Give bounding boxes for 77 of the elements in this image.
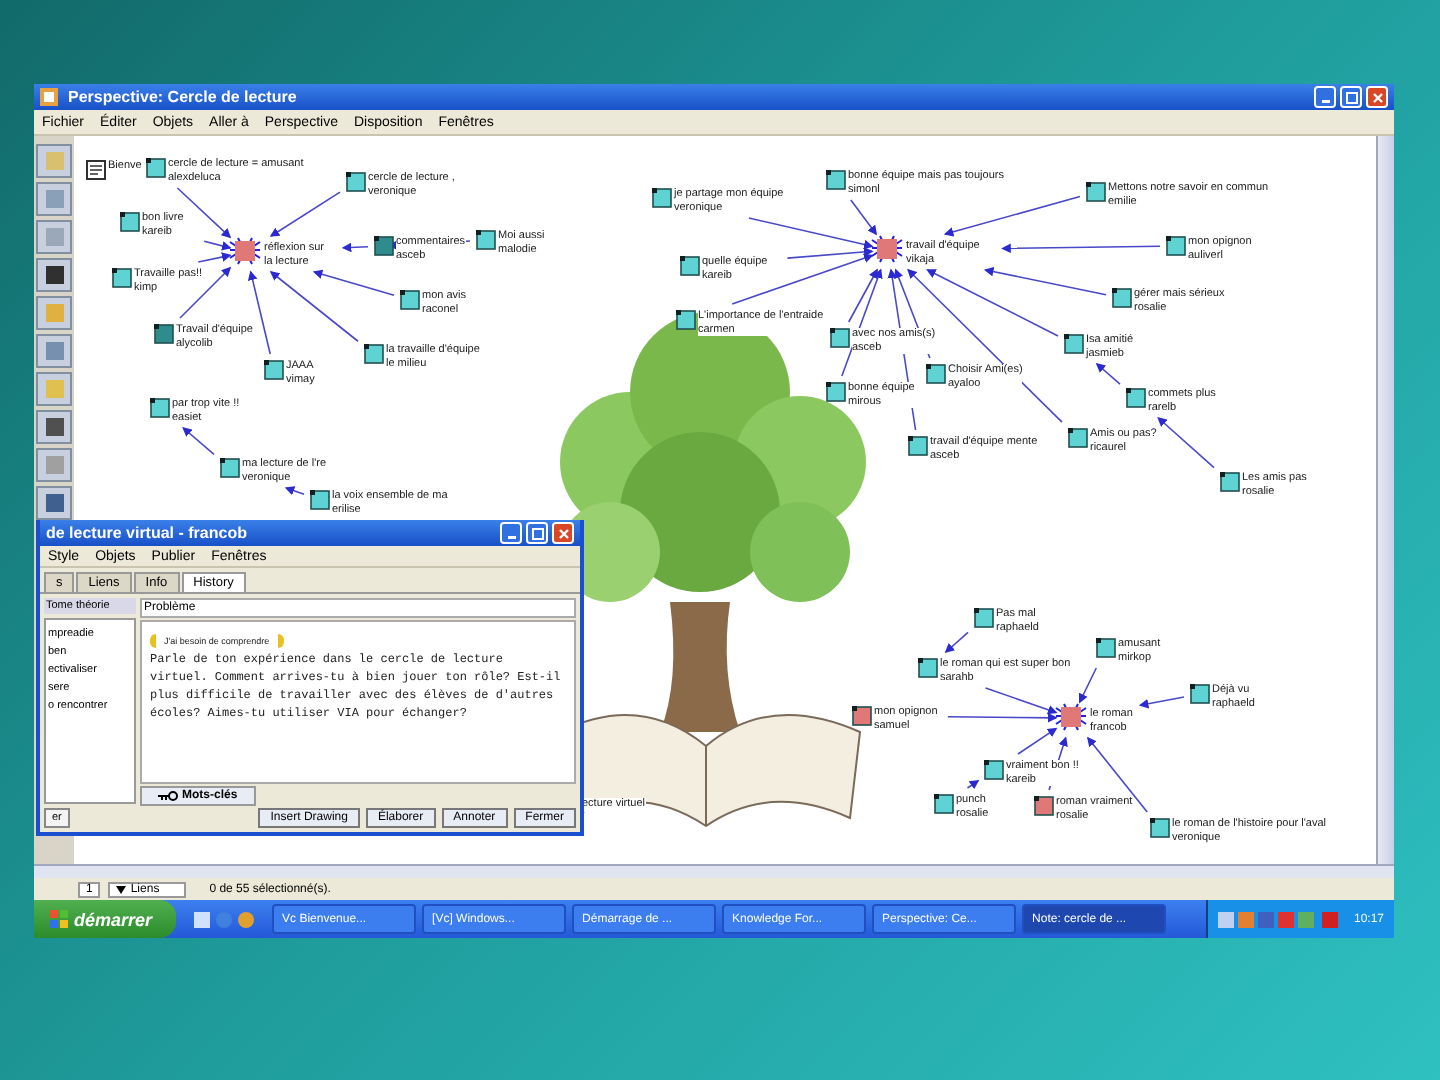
note-icon[interactable] (826, 170, 846, 190)
toolbar-button[interactable] (36, 410, 72, 444)
note-icon[interactable] (264, 360, 284, 380)
note-icon[interactable] (364, 344, 384, 364)
app-icon (40, 88, 58, 106)
window-title: Perspective: Cercle de lecture (68, 88, 297, 106)
note-icon[interactable] (1166, 236, 1186, 256)
link-arrow (1078, 667, 1098, 704)
note-icon[interactable] (120, 212, 140, 232)
note-icon[interactable] (1086, 182, 1106, 202)
note-cluster-icon[interactable] (228, 236, 262, 266)
close-icon (1371, 91, 1383, 103)
note-icon[interactable] (1034, 796, 1054, 816)
note-icon[interactable] (984, 760, 1004, 780)
close-button[interactable] (1366, 86, 1388, 108)
note-icon[interactable] (150, 398, 170, 418)
note-icon[interactable] (1064, 334, 1084, 354)
maximize-button[interactable] (1340, 86, 1362, 108)
vertical-scrollbar[interactable] (1376, 136, 1394, 864)
note-icon[interactable] (680, 256, 700, 276)
note-cluster-icon[interactable] (870, 234, 904, 264)
note-icon[interactable] (1190, 684, 1210, 704)
quick-launch-icons[interactable] (194, 909, 255, 929)
toolbar-button[interactable] (36, 258, 72, 292)
maximize-icon (1345, 91, 1357, 103)
note-cluster-icon[interactable] (1054, 702, 1088, 732)
link-arrow (341, 242, 369, 253)
note-icon[interactable] (676, 310, 696, 330)
note-icon[interactable] (826, 382, 846, 402)
note-icon[interactable] (1112, 288, 1132, 308)
link-arrow (284, 486, 305, 496)
link-arrow (1138, 696, 1185, 709)
note-icon[interactable] (112, 268, 132, 288)
note-icon[interactable] (1150, 818, 1170, 838)
note-icon[interactable] (652, 188, 672, 208)
link-arrow (966, 780, 980, 790)
note-icon[interactable] (476, 230, 496, 250)
windows-flag-icon (50, 910, 68, 928)
note-icon[interactable] (926, 364, 946, 384)
toolbar-button[interactable] (36, 486, 72, 520)
note-icon[interactable] (918, 658, 938, 678)
link-arrow (1157, 416, 1215, 469)
link-arrow (179, 266, 232, 319)
link-arrow (182, 426, 215, 456)
close-icon (557, 527, 569, 539)
note-icon[interactable] (346, 172, 366, 192)
minimize-button[interactable] (1314, 86, 1336, 108)
note-text-area[interactable] (140, 620, 576, 784)
note-icon[interactable] (1220, 472, 1240, 492)
key-icon (158, 790, 178, 802)
note-icon[interactable] (1096, 638, 1116, 658)
note-icon[interactable] (974, 608, 994, 628)
note-icon[interactable] (908, 436, 928, 456)
link-arrow (943, 195, 1081, 237)
horizontal-scrollbar[interactable] (34, 864, 1394, 878)
note-icon[interactable] (374, 236, 394, 256)
window-title: de lecture virtual - francob (46, 524, 247, 542)
document-icon[interactable] (86, 160, 106, 180)
close-button[interactable] (552, 522, 574, 544)
note-icon[interactable] (852, 706, 872, 726)
note-icon[interactable] (934, 794, 954, 814)
note-icon[interactable] (310, 490, 330, 510)
caret-icon (116, 885, 127, 893)
minimize-button[interactable] (500, 522, 522, 544)
note-icon[interactable] (220, 458, 240, 478)
note-icon[interactable] (830, 328, 850, 348)
maximize-icon (531, 527, 543, 539)
note-icon[interactable] (1068, 428, 1088, 448)
maximize-button[interactable] (526, 522, 548, 544)
link-arrow (944, 631, 969, 654)
note-icon[interactable] (1126, 388, 1146, 408)
link-arrow (269, 191, 341, 237)
link-arrow (1095, 362, 1121, 385)
link-arrow (1087, 736, 1148, 813)
note-icon[interactable] (154, 324, 174, 344)
note-icon[interactable] (146, 158, 166, 178)
note-icon[interactable] (400, 290, 420, 310)
